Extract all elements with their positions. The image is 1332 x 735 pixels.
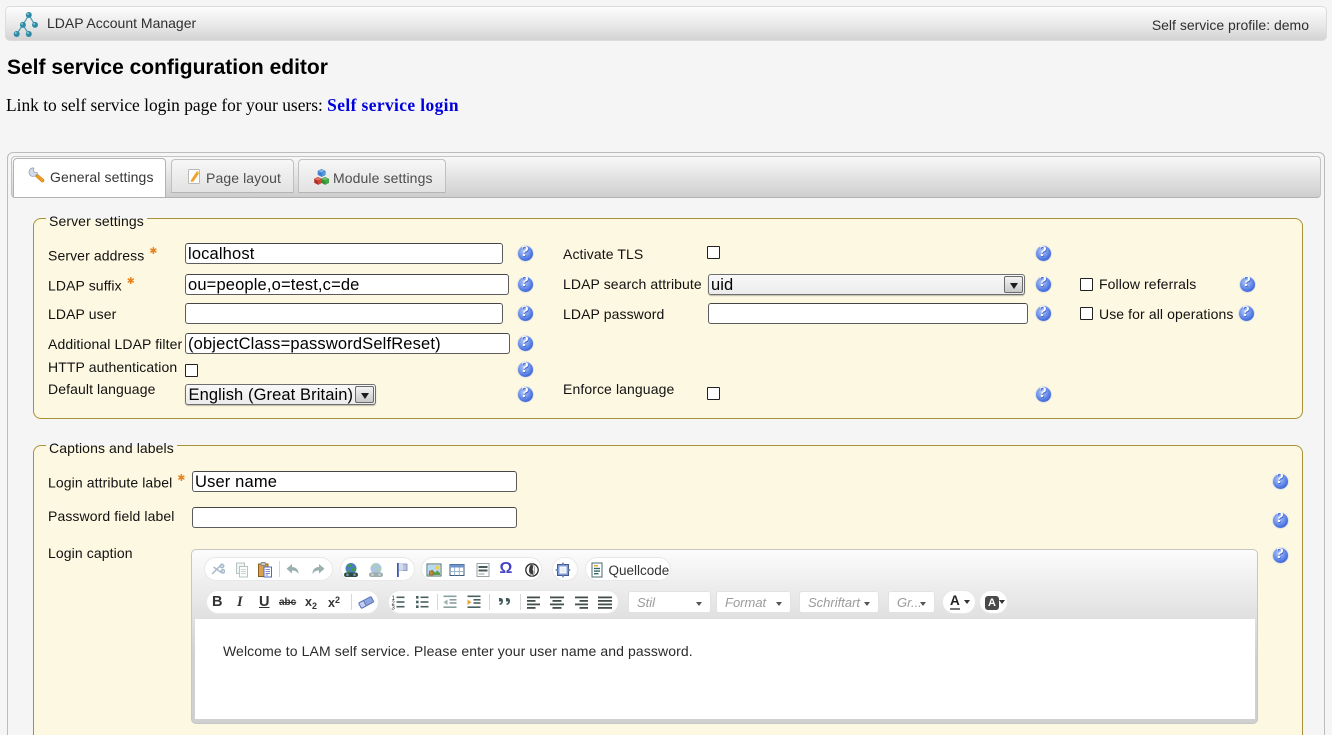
svg-text:3: 3 <box>392 605 396 610</box>
